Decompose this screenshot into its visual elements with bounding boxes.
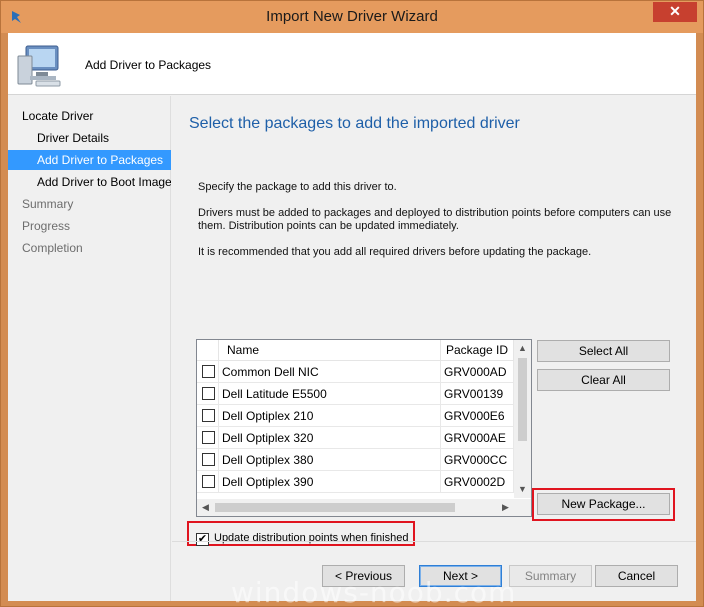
- row-name-cell: Dell Latitude E5500: [219, 383, 441, 405]
- clear-all-button[interactable]: Clear All: [537, 369, 670, 391]
- row-checkbox[interactable]: [202, 409, 215, 422]
- table-row[interactable]: Dell Optiplex 380 GRV000CC: [197, 449, 514, 471]
- vertical-scroll-thumb[interactable]: [518, 358, 527, 441]
- row-package-id-cell: GRV000E6: [441, 405, 514, 427]
- grid-header: Name Package ID: [197, 340, 514, 361]
- table-row[interactable]: Dell Optiplex 390 GRV0002D: [197, 471, 514, 493]
- column-header-package-id[interactable]: Package ID: [441, 340, 514, 361]
- row-name-cell: Common Dell NIC: [219, 361, 441, 383]
- row-checkbox[interactable]: [202, 387, 215, 400]
- nav-item-add-driver-to-packages[interactable]: Add Driver to Packages: [8, 150, 171, 170]
- new-package-button[interactable]: New Package...: [537, 493, 670, 515]
- nav-item-add-driver-to-boot-image[interactable]: Add Driver to Boot Image: [8, 172, 171, 192]
- row-package-id-cell: GRV000CC: [441, 449, 514, 471]
- horizontal-scroll-thumb[interactable]: [215, 503, 455, 512]
- horizontal-scrollbar[interactable]: ◀ ▶: [197, 499, 531, 516]
- row-checkbox[interactable]: [202, 431, 215, 444]
- row-package-id-cell: GRV00139: [441, 383, 514, 405]
- wizard-window: Import New Driver Wizard ✕ Add Driver to…: [0, 0, 704, 607]
- row-checkbox-cell: [197, 449, 219, 471]
- nav-item-summary: Summary: [22, 197, 74, 211]
- row-checkbox[interactable]: [202, 453, 215, 466]
- row-name-cell: Dell Optiplex 380: [219, 449, 441, 471]
- grid-header-checkbox-column: [197, 340, 219, 361]
- scroll-up-icon[interactable]: ▲: [514, 340, 531, 357]
- nav-item-completion: Completion: [22, 241, 83, 255]
- wizard-client-area: Add Driver to Packages Locate Driver Dri…: [8, 33, 696, 601]
- select-all-button[interactable]: Select All: [537, 340, 670, 362]
- row-package-id-cell: GRV000AE: [441, 427, 514, 449]
- row-name-cell: Dell Optiplex 320: [219, 427, 441, 449]
- table-row[interactable]: Common Dell NIC GRV000AD: [197, 361, 514, 383]
- nav-item-locate-driver[interactable]: Locate Driver: [8, 106, 171, 126]
- scroll-right-icon[interactable]: ▶: [497, 499, 514, 516]
- watermark-text: windows-noob.com: [231, 576, 517, 607]
- table-row[interactable]: Dell Latitude E5500 GRV00139: [197, 383, 514, 405]
- nav-item-driver-details[interactable]: Driver Details: [8, 128, 171, 148]
- computer-icon: [17, 45, 61, 87]
- row-package-id-cell: GRV0002D: [441, 471, 514, 493]
- row-checkbox-cell: [197, 361, 219, 383]
- description-paragraph-2: It is recommended that you add all requi…: [198, 246, 592, 258]
- row-name-cell: Dell Optiplex 210: [219, 405, 441, 427]
- instruction-text: Specify the package to add this driver t…: [198, 181, 397, 193]
- wizard-page: Select the packages to add the imported …: [172, 96, 696, 546]
- page-heading: Select the packages to add the imported …: [189, 115, 520, 132]
- column-header-name[interactable]: Name: [219, 340, 441, 361]
- title-bar[interactable]: Import New Driver Wizard ✕: [1, 1, 703, 33]
- vertical-scrollbar[interactable]: ▲ ▼: [514, 340, 531, 498]
- row-checkbox-cell: [197, 427, 219, 449]
- scroll-left-icon[interactable]: ◀: [197, 499, 214, 516]
- close-button[interactable]: ✕: [653, 2, 697, 22]
- description-paragraph-1: Drivers must be added to packages and de…: [198, 207, 672, 232]
- row-checkbox-cell: [197, 383, 219, 405]
- wizard-header: Add Driver to Packages: [8, 33, 696, 95]
- row-checkbox-cell: [197, 405, 219, 427]
- table-row[interactable]: Dell Optiplex 210 GRV000E6: [197, 405, 514, 427]
- scroll-down-icon[interactable]: ▼: [514, 481, 531, 498]
- header-title: Add Driver to Packages: [85, 58, 212, 72]
- table-row[interactable]: Dell Optiplex 320 GRV000AE: [197, 427, 514, 449]
- cancel-button[interactable]: Cancel: [595, 565, 678, 587]
- wizard-nav: Locate Driver Driver Details Add Driver …: [8, 96, 171, 601]
- packages-grid[interactable]: Name Package ID Common Dell NIC GRV000AD D…: [196, 339, 532, 517]
- row-package-id-cell: GRV000AD: [441, 361, 514, 383]
- nav-item-progress: Progress: [22, 219, 71, 233]
- window-title: Import New Driver Wizard: [266, 8, 438, 25]
- row-name-cell: Dell Optiplex 390: [219, 471, 441, 493]
- row-checkbox-cell: [197, 471, 219, 493]
- row-checkbox[interactable]: [202, 475, 215, 488]
- summary-button: Summary: [509, 565, 592, 587]
- row-checkbox[interactable]: [202, 365, 215, 378]
